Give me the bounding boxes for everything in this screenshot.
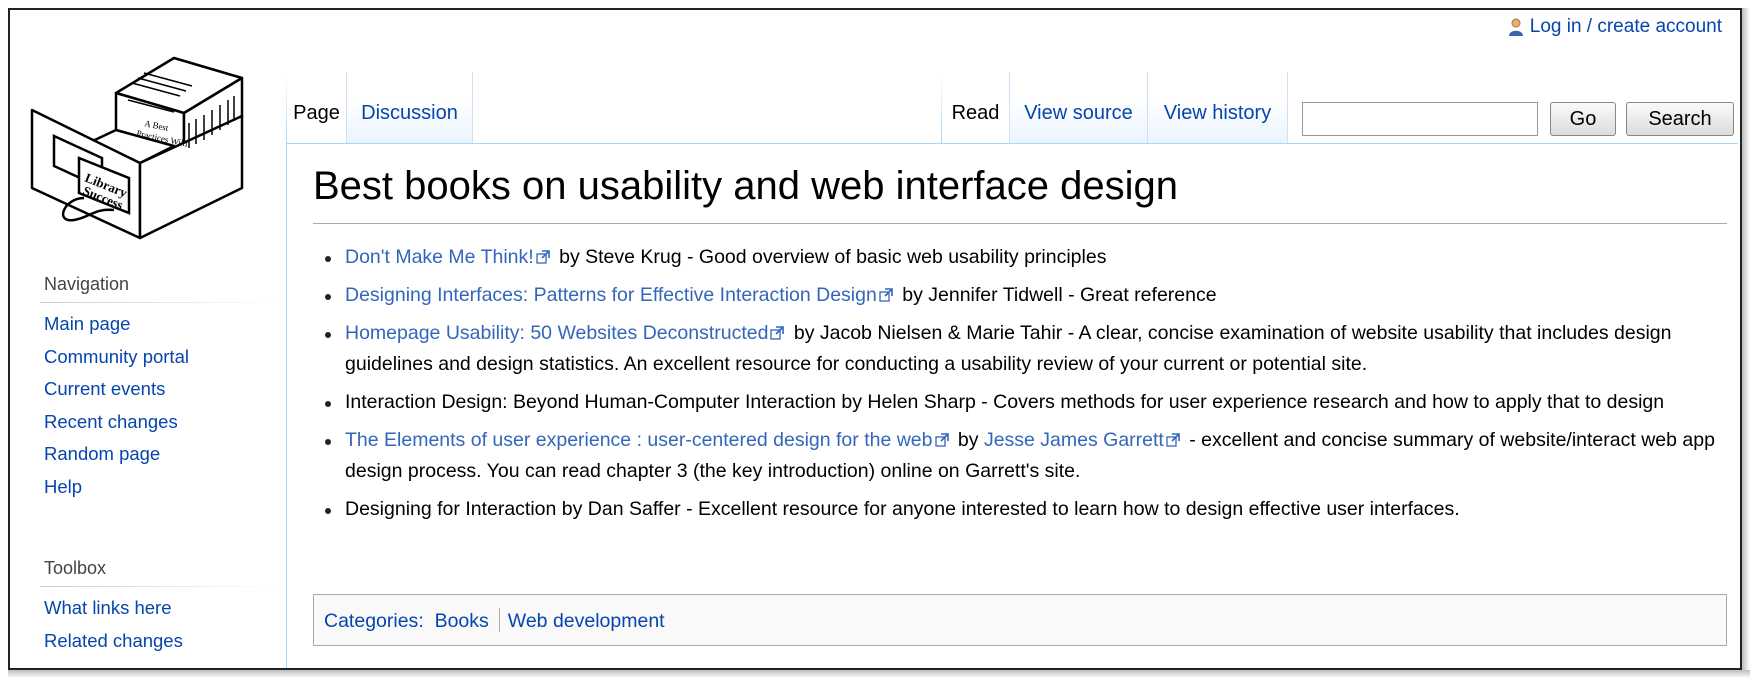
category-books[interactable]: Books — [435, 610, 489, 632]
list-item: Designing for Interaction by Dan Saffer … — [313, 494, 1723, 525]
navigation-divider — [40, 302, 280, 303]
go-button[interactable]: Go — [1550, 102, 1616, 136]
user-icon — [1508, 18, 1523, 36]
sidebar-item-current-events[interactable]: Current events — [44, 373, 189, 406]
book-description: by Steve Krug - Good overview of basic w… — [553, 246, 1107, 268]
book-description: Interaction Design: Beyond Human-Compute… — [345, 391, 1665, 413]
external-link-icon — [879, 288, 893, 302]
tab-page[interactable]: Page — [287, 72, 347, 144]
page-shadow — [8, 670, 1750, 678]
page-title: Best books on usability and web interfac… — [313, 164, 1178, 208]
list-item: Designing Interfaces: Patterns for Effec… — [313, 280, 1723, 311]
author-link-jesse-james-garrett[interactable]: Jesse James Garrett — [984, 429, 1164, 451]
external-link-icon — [934, 433, 949, 447]
login-link[interactable]: Log in / create account — [1530, 16, 1722, 38]
tab-discussion[interactable]: Discussion — [347, 72, 473, 144]
external-link-icon — [770, 326, 785, 340]
navigation-heading: Navigation — [44, 274, 130, 294]
toolbox-heading: Toolbox — [44, 558, 107, 578]
categories-label[interactable]: Categories — [324, 610, 418, 632]
sidebar-item-what-links-here[interactable]: What links here — [44, 592, 183, 625]
category-links: Categories: Books Web development — [313, 594, 1727, 646]
category-separator — [498, 608, 500, 632]
tab-view-source[interactable]: View source — [1010, 72, 1148, 144]
toolbox-divider — [40, 586, 280, 587]
list-item: Homepage Usability: 50 Websites Deconstr… — [313, 318, 1723, 380]
external-link-icon — [536, 250, 550, 264]
sidebar-item-related-changes[interactable]: Related changes — [44, 625, 183, 658]
external-link-icon — [1166, 433, 1180, 447]
search-input[interactable] — [1302, 102, 1538, 136]
toolbox-list: What links here Related changes — [44, 592, 183, 657]
tab-view-history[interactable]: View history — [1148, 72, 1288, 144]
sidebar-item-main-page[interactable]: Main page — [44, 308, 189, 341]
book-list: Don't Make Me Think! by Steve Krug - Goo… — [313, 242, 1723, 532]
sidebar-item-community-portal[interactable]: Community portal — [44, 341, 189, 374]
sidebar-item-random-page[interactable]: Random page — [44, 438, 189, 471]
personal-tools: Log in / create account — [1508, 16, 1722, 38]
title-divider — [313, 223, 1727, 224]
category-web-development[interactable]: Web development — [508, 610, 665, 632]
book-link-designing-interfaces[interactable]: Designing Interfaces: Patterns for Effec… — [345, 284, 877, 306]
book-description: by Jennifer Tidwell - Great reference — [896, 284, 1217, 306]
book-author-prefix: by — [952, 429, 984, 451]
tab-read[interactable]: Read — [942, 72, 1010, 144]
list-item: Interaction Design: Beyond Human-Compute… — [313, 387, 1723, 418]
page-shadow — [1742, 8, 1750, 678]
book-link-elements-of-user-experience[interactable]: The Elements of user experience : user-c… — [345, 429, 933, 451]
sidebar-item-recent-changes[interactable]: Recent changes — [44, 406, 189, 439]
list-item: Don't Make Me Think! by Steve Krug - Goo… — [313, 242, 1723, 273]
book-link-homepage-usability[interactable]: Homepage Usability: 50 Websites Deconstr… — [345, 322, 768, 344]
book-description: Designing for Interaction by Dan Saffer … — [345, 498, 1460, 520]
book-link-dont-make-me-think[interactable]: Don't Make Me Think! — [345, 246, 534, 268]
site-logo[interactable]: A Best Practices Wiki Library Success — [24, 38, 264, 258]
content-area: Best books on usability and web interfac… — [286, 143, 1738, 668]
sidebar-item-help[interactable]: Help — [44, 471, 189, 504]
search-button[interactable]: Search — [1626, 102, 1734, 136]
browser-page: Log in / create account A Best Practices… — [8, 8, 1742, 670]
list-item: The Elements of user experience : user-c… — [313, 425, 1723, 487]
navigation-list: Main page Community portal Current event… — [44, 308, 189, 503]
